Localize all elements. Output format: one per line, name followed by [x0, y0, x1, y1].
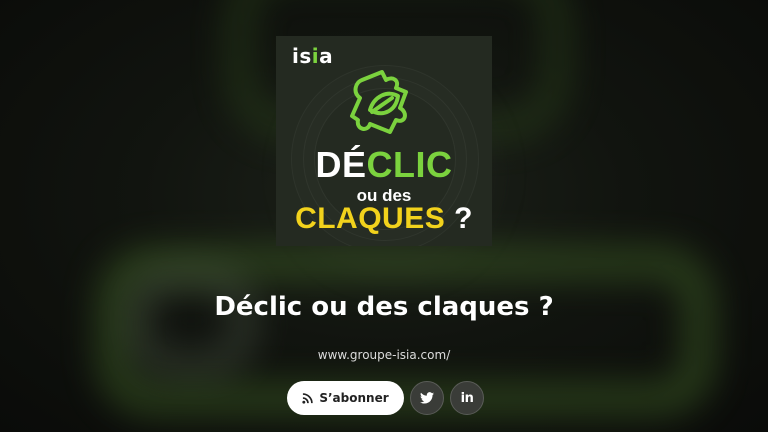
cover-title-claques-word: CLAQUES [295, 202, 446, 235]
website-link[interactable]: www.groupe-isia.com/ [0, 348, 768, 362]
linkedin-icon: in [460, 390, 474, 406]
cover-title-question-mark: ? [454, 202, 473, 235]
podcast-cover-art: isia DÉCLIC ou des CLAQUES ? [276, 36, 492, 246]
podcast-title: Déclic ou des claques ? [214, 292, 554, 322]
logo-text-end: a [319, 44, 334, 68]
cover-title-claques: CLAQUES ? [276, 202, 492, 236]
isia-logo: isia [292, 44, 333, 68]
puzzle-leaf-icon [350, 70, 408, 134]
cover-title-declic-start: DÉ [315, 144, 367, 185]
subscribe-button[interactable]: S’abonner [287, 381, 404, 415]
rss-icon [302, 392, 314, 404]
linkedin-share-button[interactable]: in [450, 381, 484, 415]
cover-title-declic: DÉCLIC [276, 144, 492, 186]
logo-text-start: is [292, 44, 312, 68]
twitter-icon [420, 392, 434, 404]
cover-title-declic-end: CLIC [366, 144, 453, 185]
twitter-share-button[interactable] [410, 381, 444, 415]
subscribe-label: S’abonner [319, 391, 389, 405]
